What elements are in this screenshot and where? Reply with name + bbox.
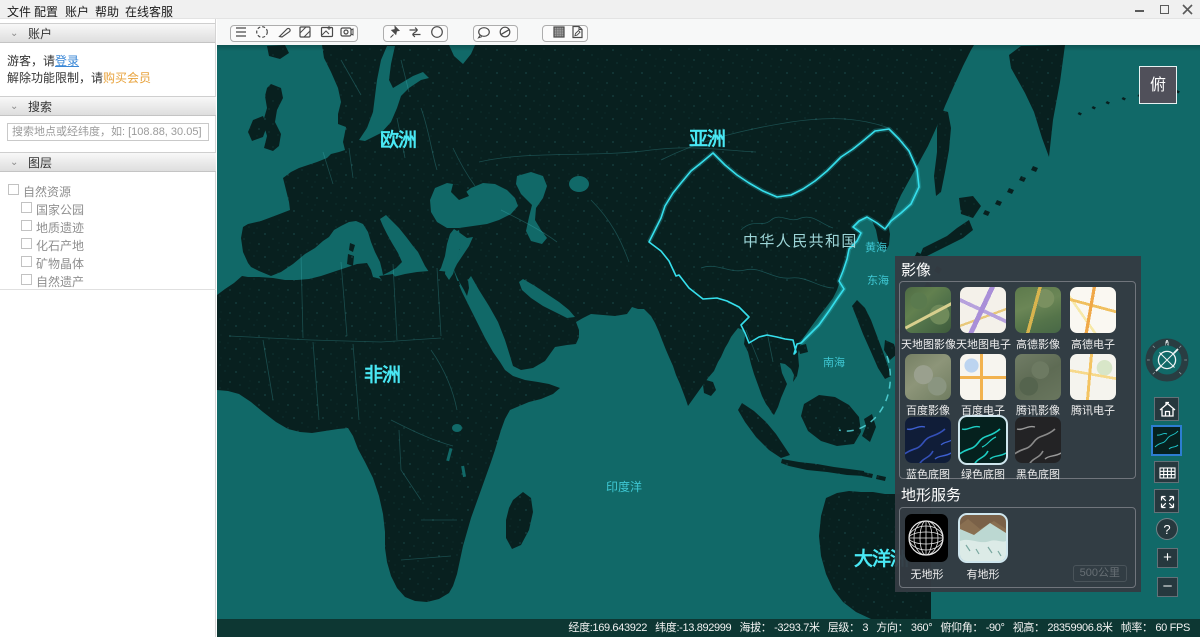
svg-text:中华人民共和国: 中华人民共和国	[743, 233, 858, 250]
svg-text:东海: 东海	[867, 273, 889, 287]
svg-text:南海: 南海	[823, 355, 845, 369]
svg-text:印度洋: 印度洋	[606, 479, 642, 494]
svg-text:非洲: 非洲	[364, 364, 400, 386]
svg-text:N: N	[1165, 342, 1169, 348]
svg-text:欧洲: 欧洲	[380, 128, 416, 151]
svg-text:黄海: 黄海	[865, 240, 887, 254]
svg-text:亚洲: 亚洲	[689, 128, 725, 150]
